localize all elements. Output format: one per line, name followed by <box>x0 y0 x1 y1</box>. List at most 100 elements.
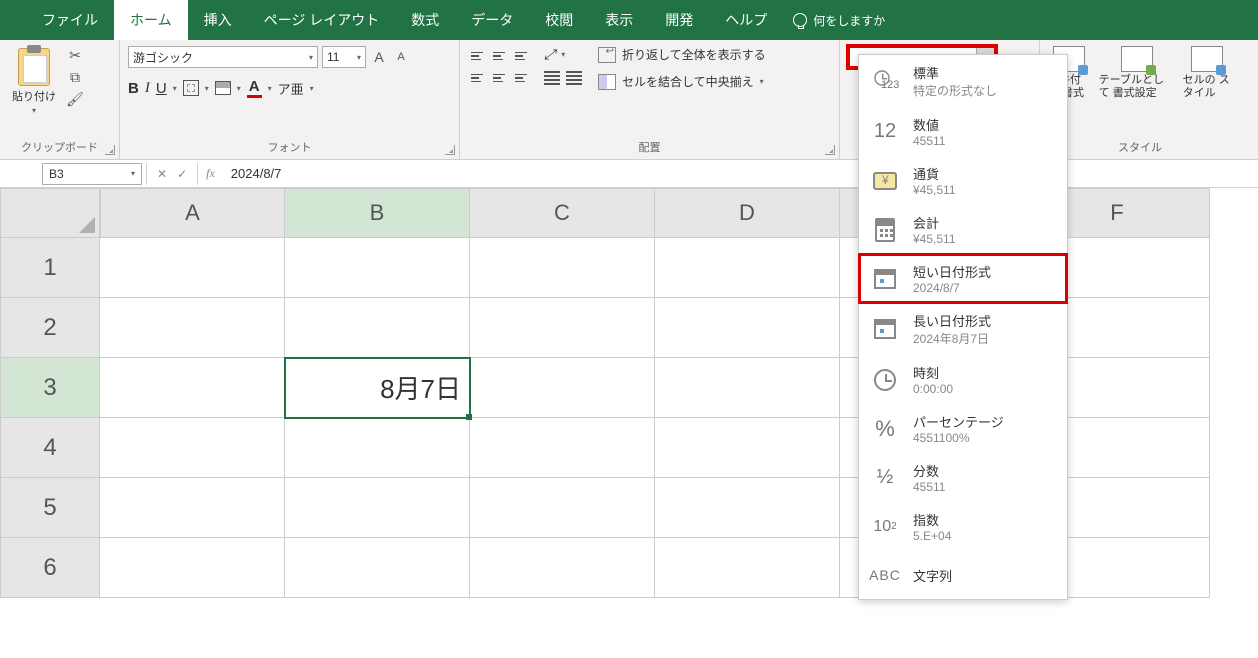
tell-me-search[interactable]: 何をしますか <box>793 12 885 29</box>
cell-C2[interactable] <box>470 298 655 358</box>
format-painter-button[interactable]: 🖌 <box>66 90 84 108</box>
fx-icon[interactable]: fx <box>206 166 215 181</box>
cell-A5[interactable] <box>100 478 285 538</box>
row-header-2[interactable]: 2 <box>0 298 100 358</box>
cell-A1[interactable] <box>100 238 285 298</box>
caret-down-icon[interactable]: ▾ <box>237 84 241 93</box>
row-header-4[interactable]: 4 <box>0 418 100 478</box>
italic-button[interactable]: I <box>145 80 150 97</box>
format-general[interactable]: 123 標準特定の形式なし <box>859 55 1067 107</box>
cell-A6[interactable] <box>100 538 285 598</box>
cell-A3[interactable] <box>100 358 285 418</box>
caret-down-icon[interactable]: ▾ <box>310 84 314 93</box>
caret-down-icon[interactable]: ▾ <box>205 84 209 93</box>
format-percentage[interactable]: % パーセンテージ4551100% <box>859 404 1067 453</box>
format-as-table-button[interactable]: テーブルとして 書式設定 <box>1099 46 1175 100</box>
cell-A4[interactable] <box>100 418 285 478</box>
cell-D3[interactable] <box>655 358 840 418</box>
col-header-C[interactable]: C <box>470 188 655 238</box>
tab-home[interactable]: ホーム <box>114 0 188 40</box>
paste-button[interactable]: 貼り付け ▾ <box>8 46 60 117</box>
grow-font-button[interactable]: A <box>370 48 388 66</box>
align-bottom-center[interactable] <box>490 68 510 88</box>
align-top-right[interactable] <box>512 46 532 66</box>
cell-C3[interactable] <box>470 358 655 418</box>
tab-formulas[interactable]: 数式 <box>395 0 455 40</box>
cell-C5[interactable] <box>470 478 655 538</box>
row-header-6[interactable]: 6 <box>0 538 100 598</box>
fill-color-button[interactable] <box>215 81 231 95</box>
decrease-indent-button[interactable] <box>544 71 560 85</box>
alignment-dialog-launcher[interactable] <box>825 145 835 155</box>
cell-B6[interactable] <box>285 538 470 598</box>
format-fraction[interactable]: ½ 分数45511 <box>859 453 1067 502</box>
cancel-formula-button[interactable]: ✕ <box>157 167 167 181</box>
font-color-button[interactable]: A <box>247 78 262 98</box>
cell-B4[interactable] <box>285 418 470 478</box>
cell-B2[interactable] <box>285 298 470 358</box>
align-top-left[interactable] <box>468 46 488 66</box>
shrink-font-button[interactable]: A <box>392 48 410 66</box>
col-header-A[interactable]: A <box>100 188 285 238</box>
fmt-sample: 0:00:00 <box>913 382 953 396</box>
format-scientific[interactable]: 102 指数5.E+04 <box>859 502 1067 551</box>
caret-down-icon[interactable]: ▾ <box>173 84 177 93</box>
align-top-center[interactable] <box>490 46 510 66</box>
format-text[interactable]: ABC 文字列 <box>859 551 1067 599</box>
tab-developer[interactable]: 開発 <box>649 0 709 40</box>
cell-C4[interactable] <box>470 418 655 478</box>
cell-styles-button[interactable]: セルの スタイル <box>1183 46 1232 100</box>
cell-C6[interactable] <box>470 538 655 598</box>
format-number[interactable]: 12 数値45511 <box>859 107 1067 156</box>
tab-file[interactable]: ファイル <box>26 0 114 40</box>
cell-D6[interactable] <box>655 538 840 598</box>
wrap-text-button[interactable]: 折り返して全体を表示する <box>598 46 766 63</box>
font-size-select[interactable]: 11 ▾ <box>322 46 366 68</box>
tab-help[interactable]: ヘルプ <box>709 0 783 40</box>
accept-formula-button[interactable]: ✓ <box>177 167 187 181</box>
row-header-5[interactable]: 5 <box>0 478 100 538</box>
caret-down-icon[interactable]: ▾ <box>561 50 565 59</box>
tab-review[interactable]: 校閲 <box>529 0 589 40</box>
tab-page-layout[interactable]: ページ レイアウト <box>248 0 396 40</box>
align-bottom-left[interactable] <box>468 68 488 88</box>
font-name-select[interactable]: 游ゴシック ▾ <box>128 46 318 68</box>
tab-view[interactable]: 表示 <box>589 0 649 40</box>
format-time[interactable]: 時刻0:00:00 <box>859 355 1067 404</box>
formula-input[interactable]: 2024/8/7 <box>223 166 1258 181</box>
cell-D1[interactable] <box>655 238 840 298</box>
format-short-date[interactable]: 短い日付形式2024/8/7 <box>859 254 1067 303</box>
cell-D2[interactable] <box>655 298 840 358</box>
merge-center-button[interactable]: セルを結合して中央揃え ▾ <box>598 73 766 90</box>
format-currency[interactable]: 通貨¥45,511 <box>859 156 1067 205</box>
phonetic-button[interactable]: ア亜 <box>278 79 304 98</box>
cell-B3[interactable]: 8月7日 <box>285 358 470 418</box>
name-box[interactable]: B3 ▾ <box>42 163 142 185</box>
cell-A2[interactable] <box>100 298 285 358</box>
cut-button[interactable]: ✂ <box>66 46 84 64</box>
col-header-D[interactable]: D <box>655 188 840 238</box>
select-all-corner[interactable] <box>0 188 100 238</box>
tab-insert[interactable]: 挿入 <box>188 0 248 40</box>
col-header-B[interactable]: B <box>285 188 470 238</box>
caret-down-icon[interactable]: ▾ <box>268 84 272 93</box>
cell-C1[interactable] <box>470 238 655 298</box>
cell-D4[interactable] <box>655 418 840 478</box>
font-dialog-launcher[interactable] <box>445 145 455 155</box>
increase-indent-button[interactable] <box>566 71 582 85</box>
copy-button[interactable]: ⧉ <box>66 68 84 86</box>
row-header-3[interactable]: 3 <box>0 358 100 418</box>
cell-B1[interactable] <box>285 238 470 298</box>
bold-button[interactable]: B <box>128 80 139 97</box>
clipboard-dialog-launcher[interactable] <box>105 145 115 155</box>
border-button[interactable] <box>183 80 199 96</box>
cell-B5[interactable] <box>285 478 470 538</box>
orientation-button[interactable]: ⤢ <box>544 46 555 63</box>
format-accounting[interactable]: 会計¥45,511 <box>859 205 1067 254</box>
row-header-1[interactable]: 1 <box>0 238 100 298</box>
align-bottom-right[interactable] <box>512 68 532 88</box>
tab-data[interactable]: データ <box>455 0 529 40</box>
underline-button[interactable]: U <box>156 80 167 97</box>
format-long-date[interactable]: 長い日付形式2024年8月7日 <box>859 303 1067 355</box>
cell-D5[interactable] <box>655 478 840 538</box>
